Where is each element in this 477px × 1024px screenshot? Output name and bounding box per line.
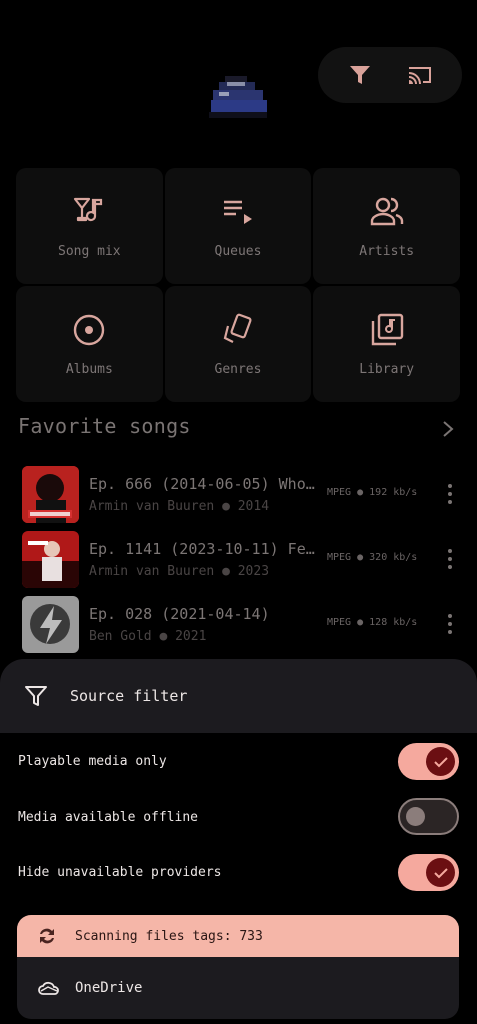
tile-label: Genres	[214, 361, 262, 377]
section-title: Favorite songs	[18, 414, 191, 438]
song-artist: Armin van Buuren	[89, 564, 215, 579]
chevron-right-icon[interactable]	[438, 418, 458, 440]
cast-icon[interactable]	[400, 55, 440, 95]
song-format: MPEG	[327, 552, 352, 563]
list-item[interactable]: Ep. 028 (2021-04-14) Ben Gold ● 2021 MPE…	[0, 592, 477, 657]
scan-status: Scanning files tags: 733	[17, 915, 459, 957]
song-artist: Ben Gold	[89, 629, 152, 644]
song-year: 2021	[175, 629, 207, 644]
cloud-icon	[38, 981, 59, 995]
tile-label: Queues	[214, 243, 262, 259]
song-bitrate: 128 kb/s	[369, 617, 418, 628]
song-year: 2014	[237, 499, 270, 514]
sheet-header: Source filter	[0, 659, 477, 733]
album-cover	[22, 466, 79, 523]
artists-icon	[370, 197, 403, 225]
option-label: Hide unavailable providers	[18, 864, 222, 880]
tile-song-mix[interactable]: Song mix	[16, 168, 163, 284]
song-format: MPEG	[327, 617, 352, 628]
filter-outline-icon	[25, 686, 47, 706]
album-icon	[74, 314, 105, 345]
more-vert-icon[interactable]	[440, 547, 460, 571]
tile-albums[interactable]: Albums	[16, 286, 163, 402]
tile-genres[interactable]: Genres	[164, 286, 312, 402]
album-cover	[22, 596, 79, 653]
song-format: MPEG	[327, 487, 352, 498]
filter-icon[interactable]	[340, 55, 380, 95]
tile-artists[interactable]: Artists	[313, 168, 460, 284]
option-label: Playable media only	[18, 753, 167, 769]
toggle-playable-media[interactable]	[398, 743, 459, 780]
shortcut-grid: Song mix Queues Artists Albums Genres Li…	[16, 168, 460, 402]
queue-icon	[223, 200, 252, 224]
top-actions	[318, 47, 462, 103]
album-cover	[22, 531, 79, 588]
library-icon	[371, 313, 403, 345]
tile-queues[interactable]: Queues	[164, 168, 312, 284]
song-title: Ep. 666 (2014-06-05) Who…	[89, 475, 315, 493]
song-title: Ep. 028 (2021-04-14)	[89, 605, 270, 623]
provider-onedrive[interactable]: OneDrive	[17, 957, 459, 1019]
song-artist: Armin van Buuren	[89, 499, 215, 514]
check-icon	[433, 756, 448, 767]
providers-card: Scanning files tags: 733 OneDrive	[17, 915, 459, 1019]
song-bitrate: 320 kb/s	[369, 552, 418, 563]
more-vert-icon[interactable]	[440, 612, 460, 636]
song-title: Ep. 1141 (2023-10-11) Fe…	[89, 540, 315, 558]
tile-label: Albums	[65, 361, 113, 377]
song-year: 2023	[237, 564, 270, 579]
toggle-media-offline[interactable]	[398, 798, 459, 835]
more-vert-icon[interactable]	[440, 482, 460, 506]
song-bitrate: 192 kb/s	[369, 487, 418, 498]
provider-name: OneDrive	[75, 980, 143, 996]
song-mix-icon	[74, 197, 103, 221]
option-label: Media available offline	[18, 809, 199, 825]
genres-icon	[223, 313, 252, 343]
tile-label: Song mix	[58, 243, 121, 259]
sheet-title: Source filter	[70, 687, 188, 705]
favorite-songs-list: Ep. 666 (2014-06-05) Who… Armin van Buur…	[0, 462, 477, 657]
check-icon	[433, 867, 448, 878]
list-item[interactable]: Ep. 1141 (2023-10-11) Fe… Armin van Buur…	[0, 527, 477, 592]
app-logo	[209, 76, 267, 118]
sync-icon	[40, 928, 54, 944]
toggle-hide-unavailable[interactable]	[398, 854, 459, 891]
tile-library[interactable]: Library	[313, 286, 460, 402]
tile-label: Artists	[359, 243, 415, 259]
scan-status-text: Scanning files tags: 733	[75, 928, 263, 944]
list-item[interactable]: Ep. 666 (2014-06-05) Who… Armin van Buur…	[0, 462, 477, 527]
tile-label: Library	[359, 361, 415, 377]
